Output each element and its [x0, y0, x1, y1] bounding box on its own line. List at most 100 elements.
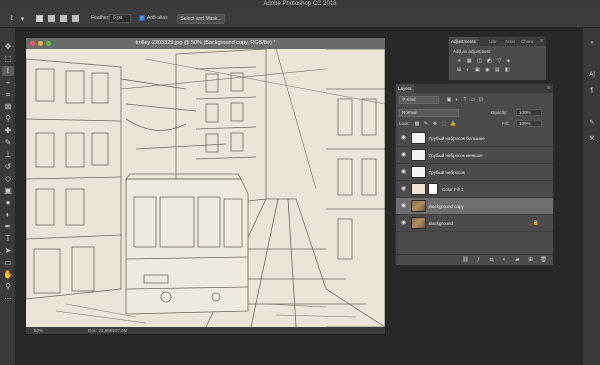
panel-menu-icon[interactable]: ≡ [540, 38, 543, 44]
lock-pixels-icon[interactable]: ✎ [423, 121, 429, 127]
layer-name: Color Fill 1 [442, 187, 464, 192]
layer-thumbnail [411, 132, 426, 144]
layer-row-selected[interactable]: ◉ Background copy [396, 198, 553, 215]
panel-collapse-icon[interactable]: « [586, 38, 598, 48]
history-brush-tool-icon[interactable]: ↺ [2, 162, 14, 172]
lasso-tool-icon[interactable]: ℓ [2, 66, 14, 76]
frame-tool-icon[interactable]: ⊠ [2, 102, 14, 112]
layer-style-icon[interactable]: ƒ [475, 257, 482, 264]
type-tool-icon[interactable]: T [2, 234, 14, 244]
layer-filter-select[interactable]: ⚲ Kind [399, 96, 439, 104]
lock-transparency-icon[interactable]: ▦ [414, 121, 420, 127]
add-selection-icon[interactable] [48, 15, 55, 22]
tab-libraries[interactable]: Libr [487, 37, 499, 46]
photoshop-window: Adobe Photoshop CC 2018 ℓ ▾ Feather: 0 p… [0, 0, 600, 365]
blur-tool-icon[interactable]: ● [2, 198, 14, 208]
layer-row[interactable]: ◉ Грубый набросок [396, 164, 553, 181]
tab-adjustments[interactable]: Adjustments [449, 37, 478, 46]
more-tools-icon[interactable]: ··· [2, 294, 14, 304]
add-mask-icon[interactable]: ◘ [488, 257, 495, 264]
layer-thumbnail [411, 200, 426, 212]
layer-row[interactable]: ◉ Грубый набросок большие [396, 130, 553, 147]
filter-type-icon[interactable]: T [462, 97, 468, 103]
healing-tool-icon[interactable]: ✚ [2, 126, 14, 136]
layer-thumbnail [411, 166, 426, 178]
filter-shape-icon[interactable]: ▭ [470, 97, 476, 103]
document-title-bar[interactable]: trolley-2203329.jpg @ 50% (Background co… [26, 38, 385, 49]
layers-panel: Layers ≡ ⚲ Kind ▣ ◐ T ▭ ⊡ Normal Opacity… [395, 83, 554, 266]
new-layer-icon[interactable]: ⊞ [527, 257, 534, 264]
visibility-eye-icon[interactable]: ◉ [401, 186, 408, 193]
pen-tool-icon[interactable]: ✒ [2, 222, 14, 232]
visibility-eye-icon[interactable]: ◉ [401, 220, 408, 227]
lock-position-icon[interactable]: ✥ [432, 121, 438, 127]
link-layers-icon[interactable]: ⛓ [462, 257, 469, 264]
lock-all-icon[interactable]: 🔒 [450, 121, 456, 127]
lasso-preset-icon[interactable]: ℓ [7, 14, 16, 23]
visibility-eye-icon[interactable]: ◉ [401, 169, 408, 176]
new-selection-icon[interactable] [36, 15, 43, 22]
layer-row[interactable]: ◉ Грубый набросок меньше [396, 147, 553, 164]
crop-tool-icon[interactable]: ⌗ [2, 90, 14, 100]
brush-tool-icon[interactable]: ✎ [2, 138, 14, 148]
right-panel-rail: « A| ¶ ✎ ⚒ [582, 28, 600, 365]
brushes-panel-icon[interactable]: ⚒ [586, 134, 598, 144]
zoom-tool-icon[interactable]: ⚲ [2, 282, 14, 292]
antialias-checkbox[interactable]: ✓ [139, 15, 145, 21]
new-group-icon[interactable]: ▰ [514, 257, 521, 264]
fill-label: Fill: [502, 121, 509, 126]
layers-panel-menu-icon[interactable]: ≡ [547, 85, 550, 91]
rectangle-tool-icon[interactable]: ▭ [2, 258, 14, 268]
filter-pixel-icon[interactable]: ▣ [446, 97, 452, 103]
layer-name: Грубый набросок меньше [429, 153, 483, 158]
delete-layer-icon[interactable]: 🗑 [540, 257, 547, 264]
lock-icon: 🔒 [532, 220, 539, 226]
clone-stamp-tool-icon[interactable]: ⊥ [2, 150, 14, 160]
layer-row[interactable]: ◉ Background 🔒 [396, 215, 553, 232]
layer-mask-thumbnail[interactable] [428, 183, 438, 195]
new-adjustment-layer-icon[interactable]: ◐ [501, 257, 508, 264]
character-panel-icon[interactable]: A| [586, 70, 598, 80]
antialias-label: Anti-alias [147, 15, 168, 21]
opacity-input[interactable]: 100% [516, 109, 542, 116]
paragraph-panel-icon[interactable]: ¶ [586, 86, 598, 96]
gradient-tool-icon[interactable]: ▣ [2, 186, 14, 196]
visibility-eye-icon[interactable]: ◉ [401, 135, 408, 142]
lock-artboard-icon[interactable]: ⬚ [441, 121, 447, 127]
move-tool-icon[interactable]: ✥ [2, 42, 14, 52]
artboard-tool-icon[interactable]: ⬚ [2, 54, 14, 64]
eraser-tool-icon[interactable]: ◇ [2, 174, 14, 184]
fill-input[interactable]: 100% [516, 120, 542, 127]
layer-thumbnail [411, 217, 426, 229]
document-canvas[interactable] [26, 49, 385, 327]
layer-name: Грубый набросок [429, 170, 465, 175]
layer-row[interactable]: ◉ Color Fill 1 [396, 181, 553, 198]
dodge-tool-icon[interactable]: ◐ [2, 210, 14, 220]
tab-character[interactable]: Chara [519, 37, 535, 46]
eyedropper-tool-icon[interactable]: ⚲ [2, 114, 14, 124]
intersect-selection-icon[interactable] [72, 15, 79, 22]
visibility-eye-icon[interactable]: ◉ [401, 152, 408, 159]
feather-input[interactable]: 0 px [109, 14, 131, 23]
lock-label: Lock: [399, 121, 410, 126]
blend-mode-select[interactable]: Normal [399, 109, 459, 117]
chevron-down-icon[interactable]: ▾ [18, 14, 27, 23]
zoom-level[interactable]: 50% [34, 327, 43, 334]
tab-layers[interactable]: Layers [396, 84, 414, 93]
quick-selection-tool-icon[interactable]: ⌁ [2, 78, 14, 88]
subtract-selection-icon[interactable] [60, 15, 67, 22]
app-title: Adobe Photoshop CC 2018 [263, 1, 337, 7]
sketch-illustration [26, 49, 385, 327]
path-selection-tool-icon[interactable]: ➤ [2, 246, 14, 256]
brush-settings-icon[interactable]: ✎ [586, 118, 598, 128]
hand-tool-icon[interactable]: ✋ [2, 270, 14, 280]
layers-tabs: Layers ≡ [396, 84, 553, 93]
feather-label: Feather: [91, 15, 110, 21]
adjustment-icons[interactable]: ☀ ▦ ◫ ◩ ▽ ◈ ⊞ ◐ ▣ ◉ ▤ ◧ [457, 57, 541, 75]
select-and-mask-button[interactable]: Select and Mask... [177, 14, 225, 24]
filter-adjustment-icon[interactable]: ◐ [454, 97, 460, 103]
doc-size[interactable]: Doc: 23,8M/107,0M [88, 327, 127, 334]
visibility-eye-icon[interactable]: ◉ [401, 203, 408, 210]
filter-smart-object-icon[interactable]: ⊡ [478, 97, 484, 103]
tab-actions[interactable]: Actio [503, 37, 517, 46]
